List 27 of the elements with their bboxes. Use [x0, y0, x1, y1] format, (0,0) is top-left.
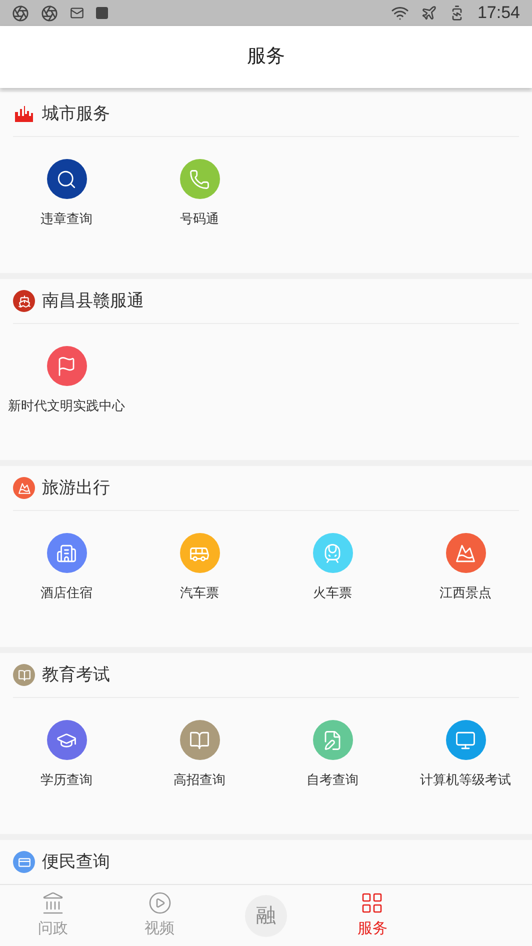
service-button[interactable]: 火车票 [312, 533, 352, 602]
service-button[interactable]: 高招查询 [174, 720, 226, 790]
grid-icon [360, 890, 384, 915]
wifi-icon [391, 4, 410, 22]
airplane-icon [421, 5, 438, 21]
section-title: 城市服务 [42, 103, 110, 126]
service-button[interactable]: 号码通 [180, 159, 220, 228]
service-button[interactable]: 学历查询 [40, 720, 92, 790]
aperture-icon [12, 4, 29, 22]
service-button[interactable]: 新时代文明实践中心 [8, 346, 125, 416]
section-title: 南昌县赣服通 [42, 290, 144, 312]
service-button[interactable]: 违章查询 [40, 159, 92, 228]
section-title: 教育考试 [42, 664, 110, 686]
play-icon [148, 890, 172, 915]
aperture-icon [41, 4, 58, 22]
section-title: 便民查询 [42, 851, 110, 874]
section-title: 旅游出行 [42, 477, 110, 500]
mail-icon [70, 6, 84, 20]
service-button[interactable]: 酒店住宿 [40, 533, 92, 602]
service-button[interactable]: 计算机等级考试 [420, 720, 511, 790]
service-button[interactable]: 江西景点 [440, 533, 492, 602]
service-button[interactable]: 汽车票 [180, 533, 220, 602]
clock: 17:54 [477, 2, 520, 24]
bank-icon [41, 890, 66, 915]
page-title: 服务 [247, 44, 285, 69]
service-button[interactable]: 自考查询 [306, 720, 358, 790]
nav-tab[interactable]: 服务 [319, 885, 426, 946]
